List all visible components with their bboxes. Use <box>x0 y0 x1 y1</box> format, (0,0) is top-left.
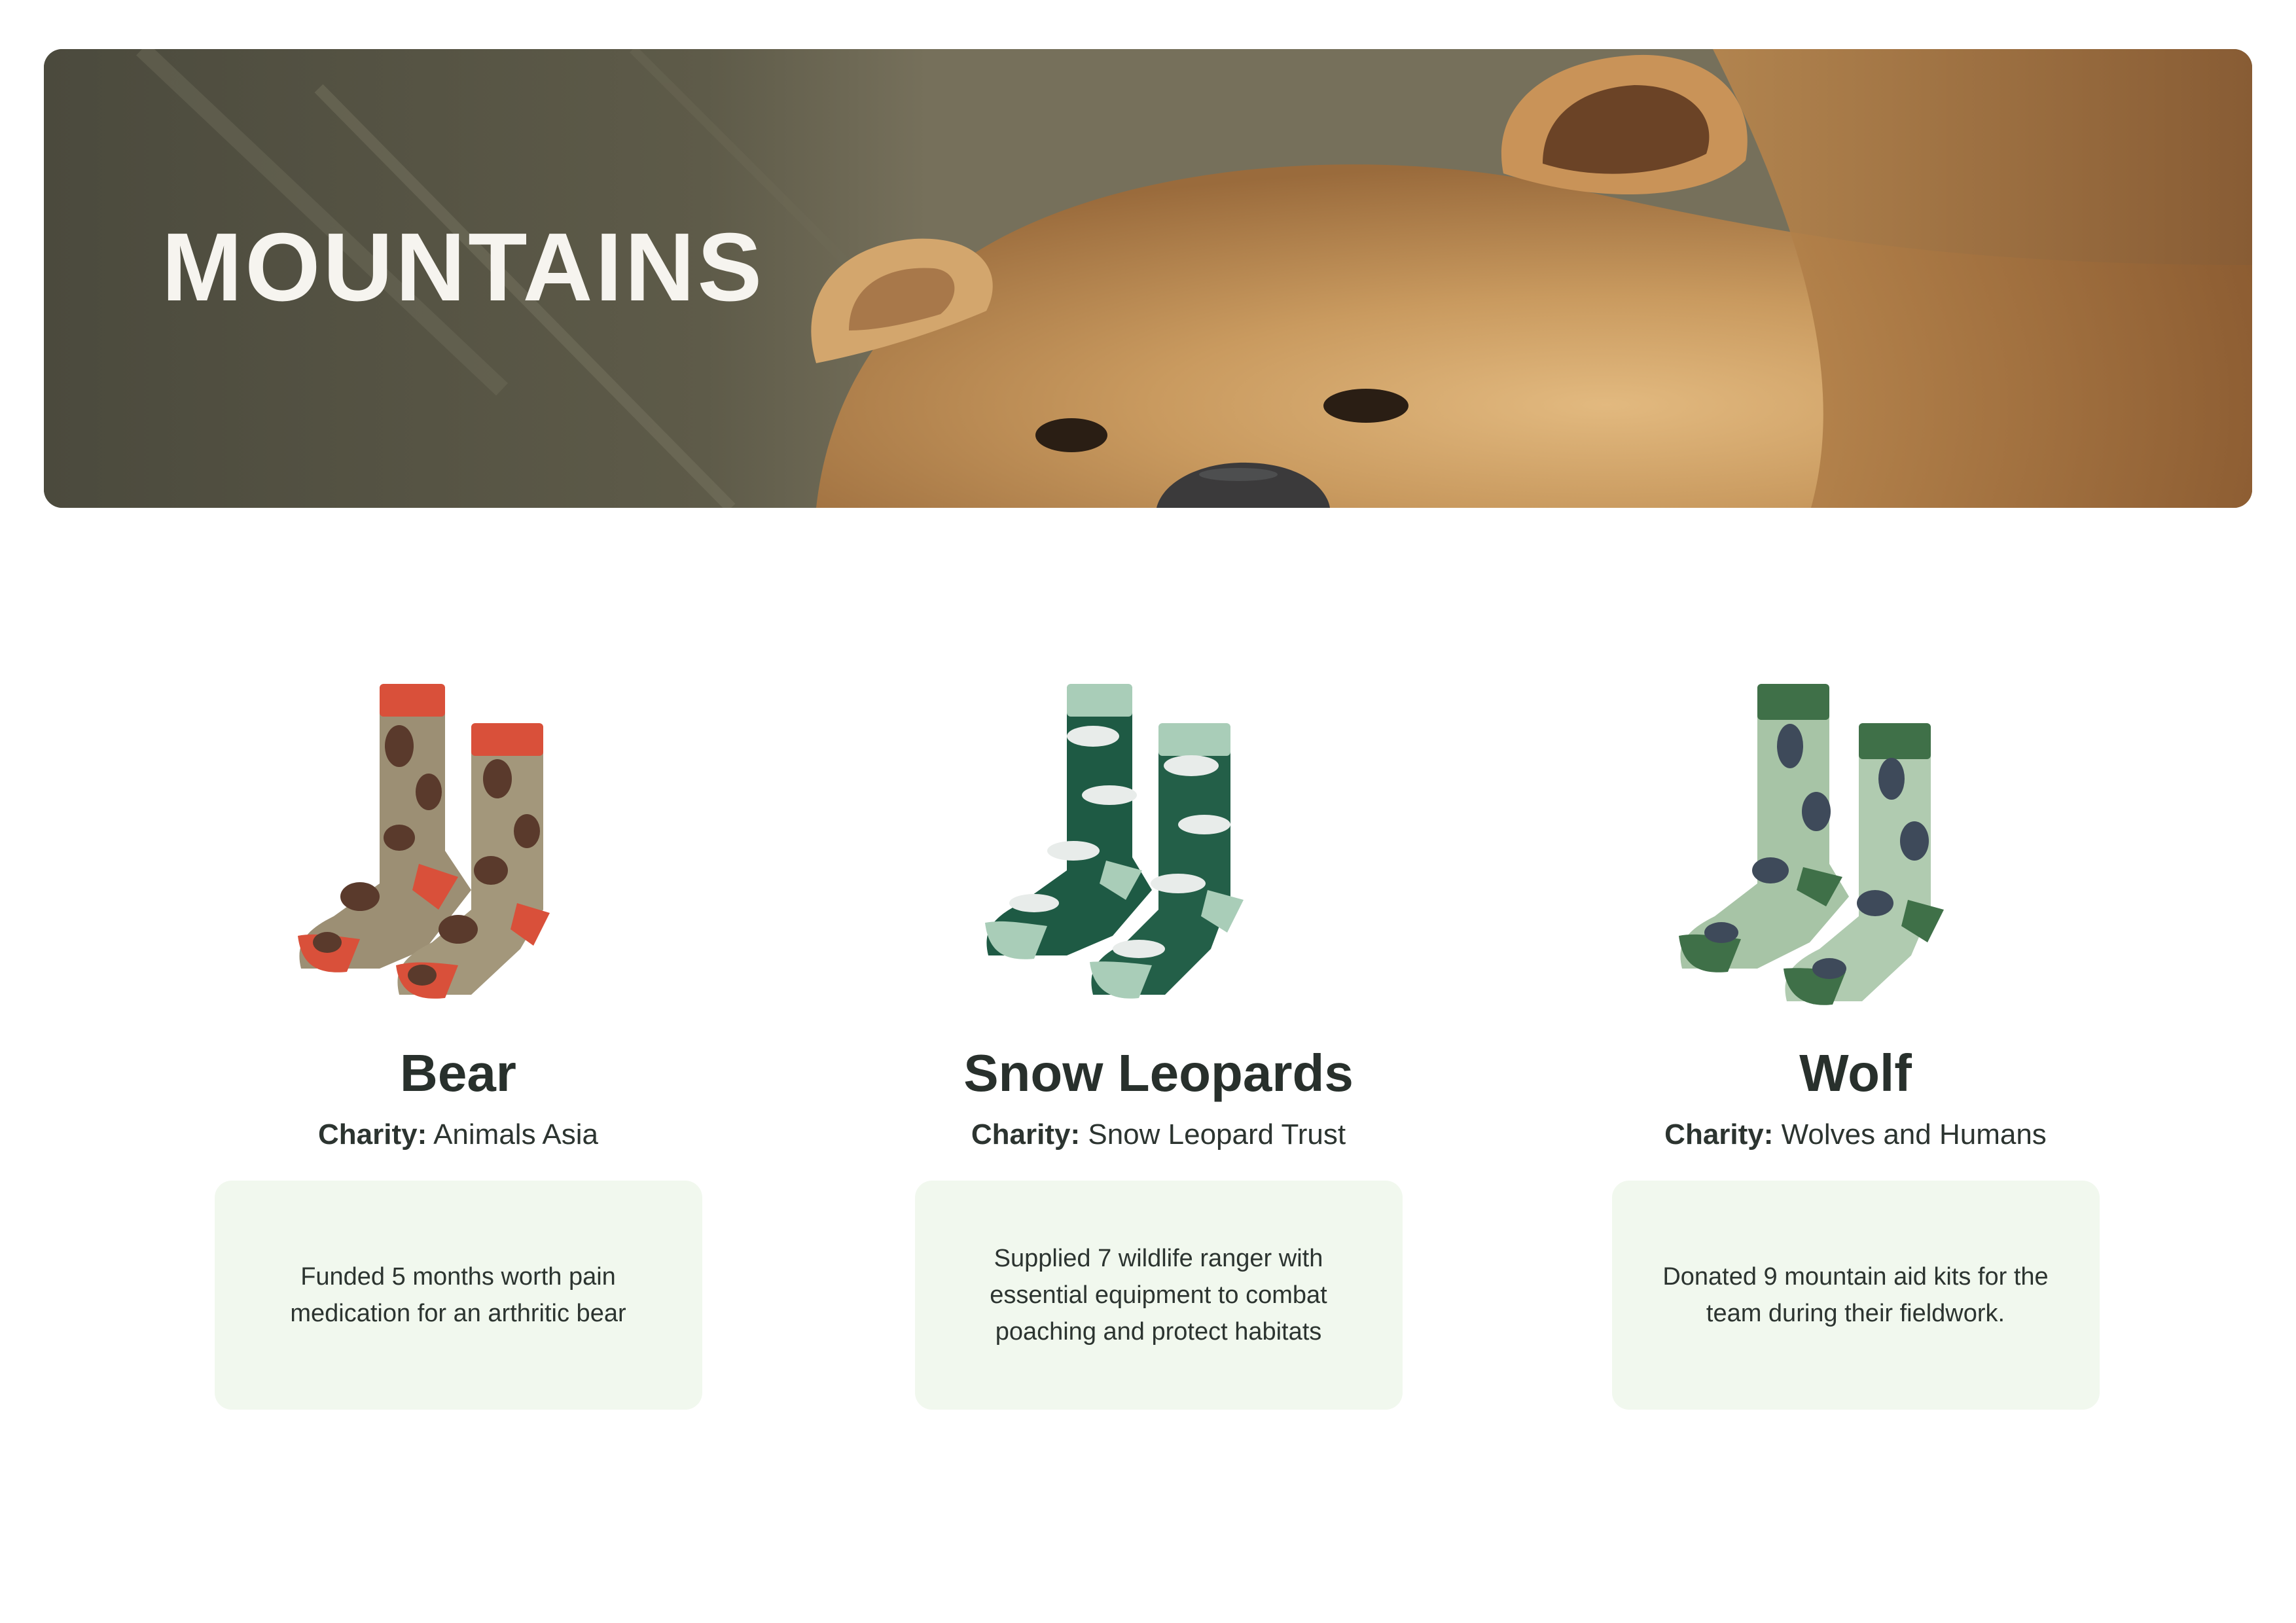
bear-socks-icon <box>298 684 550 999</box>
product-name: Snow Leopards <box>963 1044 1354 1102</box>
impact-text: Funded 5 months worth pain medication fo… <box>290 1263 626 1327</box>
wolf-socks-image <box>1561 674 2150 1014</box>
charity-line: Charity: Snow Leopard Trust <box>864 1120 1453 1149</box>
charity-line: Charity: Animals Asia <box>164 1120 753 1149</box>
hero-banner: MOUNTAINS <box>44 49 2252 508</box>
charity-name: Wolves and Humans <box>1781 1118 2047 1150</box>
product-name: Bear <box>400 1044 516 1102</box>
wolf-socks-icon <box>1679 684 1944 1005</box>
bear-socks-image <box>164 674 753 1014</box>
charity-label: Charity: <box>971 1118 1081 1150</box>
charity-line: Charity: Wolves and Humans <box>1561 1120 2150 1149</box>
charity-label: Charity: <box>1664 1118 1774 1150</box>
snow-leopard-socks-icon <box>985 684 1244 999</box>
impact-text: Donated 9 mountain aid kits for the team… <box>1662 1263 2049 1327</box>
product-card-wolf: Wolf Charity: Wolves and Humans Donated … <box>1561 674 2150 1410</box>
charity-name: Animals Asia <box>433 1118 598 1150</box>
product-card-bear: Bear Charity: Animals Asia Funded 5 mont… <box>164 674 753 1410</box>
charity-name: Snow Leopard Trust <box>1088 1118 1346 1150</box>
impact-text: Supplied 7 wildlife ranger with essentia… <box>990 1245 1327 1346</box>
product-name: Wolf <box>1799 1044 1912 1102</box>
charity-label: Charity: <box>318 1118 427 1150</box>
impact-box: Donated 9 mountain aid kits for the team… <box>1611 1181 2100 1410</box>
impact-box: Supplied 7 wildlife ranger with essentia… <box>914 1181 1403 1410</box>
snow-leopard-socks-image <box>864 674 1453 1014</box>
product-card-snow-leopards: Snow Leopards Charity: Snow Leopard Trus… <box>864 674 1453 1410</box>
impact-box: Funded 5 months worth pain medication fo… <box>214 1181 702 1410</box>
page-title: MOUNTAINS <box>162 213 765 321</box>
